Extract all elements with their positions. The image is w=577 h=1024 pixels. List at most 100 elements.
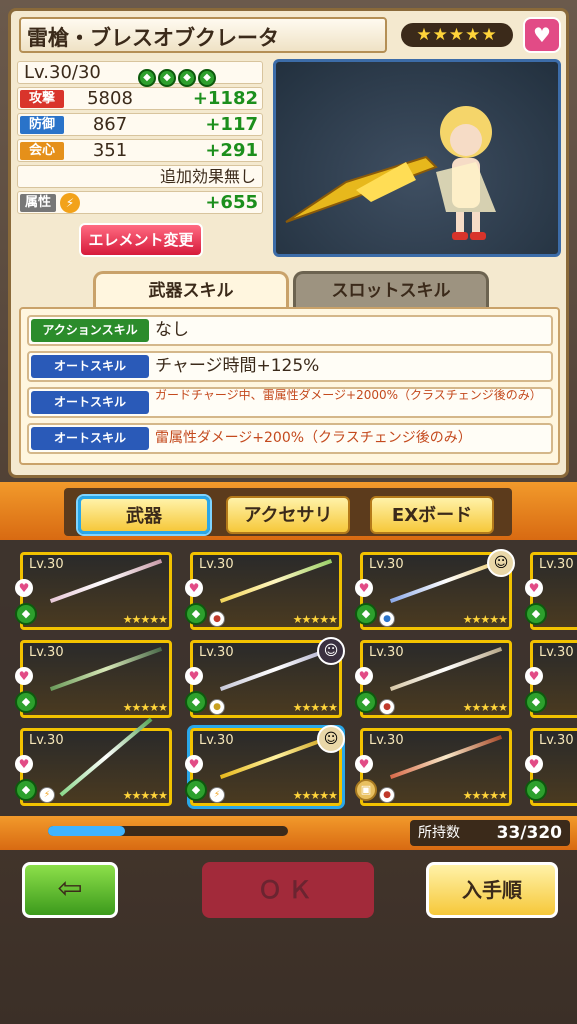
card-stars: ★★★★★ bbox=[462, 613, 508, 626]
heart-icon: ♥ bbox=[15, 667, 33, 685]
skill-type: オートスキル bbox=[31, 427, 149, 450]
weapon-thumbnail bbox=[219, 558, 333, 604]
fire-element-icon: ● bbox=[379, 787, 395, 803]
gem-icon: ◆ bbox=[185, 603, 207, 625]
gem-icon: ◆ bbox=[178, 69, 196, 87]
card-level: Lv.30 bbox=[29, 733, 64, 748]
weapon-thumbnail bbox=[59, 717, 153, 797]
gem-icon: ◆ bbox=[525, 603, 547, 625]
character-avatar-icon: ☺ bbox=[317, 725, 345, 753]
stat-defense: 防御 867 +117 bbox=[17, 113, 263, 136]
weapon-card[interactable]: Lv.30 ♥ ◆ ● ☺ ★★★★★ bbox=[355, 549, 515, 630]
inventory-label: 所持数 bbox=[418, 825, 460, 841]
skill-type: アクションスキル bbox=[31, 319, 149, 342]
scroll-thumb[interactable] bbox=[48, 826, 125, 836]
thunder-element-icon: ⚡ bbox=[39, 787, 55, 803]
element-change-button[interactable]: エレメント変更 bbox=[79, 223, 203, 257]
character-with-spear-image bbox=[285, 106, 496, 240]
weapon-thumbnail bbox=[49, 646, 163, 692]
fire-element-icon: ● bbox=[379, 699, 395, 715]
skill-text: ガードチャージ中、雷属性ダメージ+2000%（クラスチェンジ後のみ） bbox=[155, 389, 542, 402]
skill-type: オートスキル bbox=[31, 355, 149, 378]
stat-value: 351 bbox=[92, 140, 128, 161]
weapon-card[interactable]: Lv.30 ♥ ◆ ● ☺ ★★★★★ bbox=[185, 637, 345, 718]
heart-lock-icon: ♥ bbox=[533, 23, 551, 47]
card-level: Lv.30 bbox=[199, 645, 234, 660]
tab-ex-board[interactable]: EXボード bbox=[370, 496, 494, 534]
heart-icon: ♥ bbox=[185, 579, 203, 597]
weapon-card[interactable]: Lv.30 ♥ ◆ bbox=[525, 728, 577, 806]
card-stars: ★★★★★ bbox=[122, 789, 168, 802]
skill-row: オートスキル 雷属性ダメージ+200%（クラスチェンジ後のみ） bbox=[27, 423, 553, 454]
stat-value: 867 bbox=[92, 114, 128, 135]
heart-icon: ♥ bbox=[525, 579, 543, 597]
attribute-label: 属性 bbox=[20, 194, 56, 212]
character-avatar-icon: ☺ bbox=[317, 637, 345, 665]
card-level: Lv.30 bbox=[369, 733, 404, 748]
gem-icon: ◆ bbox=[15, 691, 37, 713]
card-level: Lv.30 bbox=[539, 733, 574, 748]
weapon-detail-panel: 雷槍・ブレスオブクレータ ★★★★★ ♥ Lv.30/30 ◆ ◆ ◆ ◆ 攻撃 58… bbox=[8, 8, 569, 478]
thunder-icon: ⚡ bbox=[60, 193, 80, 213]
extra-effect: 追加効果無し bbox=[17, 165, 263, 188]
skill-row: オートスキル ガードチャージ中、雷属性ダメージ+2000%（クラスチェンジ後のみ… bbox=[27, 387, 553, 418]
weapon-card[interactable]: Lv.30 ♥ ◆ ● ★★★★★ bbox=[355, 640, 512, 718]
card-level: Lv.30 bbox=[29, 557, 64, 572]
card-stars: ★★★★★ bbox=[292, 701, 338, 714]
weapon-card[interactable]: Lv.30 ♥ ◆ ★★★★★ bbox=[15, 640, 172, 718]
sort-button[interactable]: 入手順 bbox=[426, 862, 558, 918]
card-level: Lv.30 bbox=[369, 557, 404, 572]
skill-row: アクションスキル なし bbox=[27, 315, 553, 346]
skill-type: オートスキル bbox=[31, 391, 149, 414]
gem-icon: ◆ bbox=[525, 691, 547, 713]
gem-icon: ◆ bbox=[15, 779, 37, 801]
gem-slots: ◆ ◆ ◆ ◆ bbox=[138, 64, 218, 87]
tab-accessory[interactable]: アクセサリ bbox=[226, 496, 350, 534]
gem-icon: ◆ bbox=[355, 603, 377, 625]
favorite-lock-button[interactable]: ♥ bbox=[523, 17, 561, 53]
card-level: Lv.30 bbox=[369, 645, 404, 660]
tab-slot-skill[interactable]: スロットスキル bbox=[293, 271, 489, 309]
fire-element-icon: ● bbox=[209, 611, 225, 627]
weapon-card[interactable]: Lv.30 ♥ ▣ ● ★★★★★ bbox=[355, 728, 512, 806]
card-level: Lv.30 bbox=[539, 557, 574, 572]
back-button[interactable]: ⇦ bbox=[22, 862, 118, 918]
skill-row: オートスキル チャージ時間+125% bbox=[27, 351, 553, 382]
weapon-card-selected[interactable]: Lv.30 ♥ ◆ ⚡ ☺ ★★★★★ bbox=[185, 725, 345, 806]
card-level: Lv.30 bbox=[29, 645, 64, 660]
weapon-thumbnail bbox=[389, 646, 503, 692]
weapon-card[interactable]: Lv.30 ♥ ◆ bbox=[525, 640, 577, 718]
stat-label: 攻撃 bbox=[20, 90, 64, 108]
card-level: Lv.30 bbox=[199, 733, 234, 748]
gem-icon: ◆ bbox=[138, 69, 156, 87]
arrow-left-icon: ⇦ bbox=[57, 871, 83, 906]
ok-button[interactable]: ＯＫ bbox=[202, 862, 374, 918]
tab-weapon-skill[interactable]: 武器スキル bbox=[93, 271, 289, 309]
heart-icon: ♥ bbox=[355, 755, 373, 773]
attribute-row: 属性 ⚡ +655 bbox=[17, 191, 263, 214]
weapon-card[interactable]: Lv.30 ♥ ◆ ⚡ ★★★★★ bbox=[15, 717, 172, 806]
heart-icon: ♥ bbox=[525, 755, 543, 773]
card-stars: ★★★★★ bbox=[122, 613, 168, 626]
tab-weapon[interactable]: 武器 bbox=[78, 496, 210, 534]
stat-value: 5808 bbox=[87, 88, 133, 109]
weapon-card[interactable]: Lv.30 ♥ ◆ ★★★★★ bbox=[15, 552, 172, 630]
weapon-thumbnail bbox=[49, 558, 163, 604]
light-element-icon: ● bbox=[209, 699, 225, 715]
card-stars: ★★★★★ bbox=[292, 613, 338, 626]
inventory-value: 33/320 bbox=[496, 823, 562, 843]
scroll-bar[interactable] bbox=[48, 826, 288, 836]
skill-text: 雷属性ダメージ+200%（クラスチェンジ後のみ） bbox=[155, 430, 472, 446]
stat-label: 会心 bbox=[20, 142, 64, 160]
stat-critical: 会心 351 +291 bbox=[17, 139, 263, 162]
card-stars: ★★★★★ bbox=[462, 789, 508, 802]
heart-icon: ♥ bbox=[15, 579, 33, 597]
weapon-thumbnail bbox=[219, 646, 333, 692]
rarity-stars: ★★★★★ bbox=[401, 23, 513, 47]
weapon-card[interactable]: Lv.30 ♥ ◆ ● ★★★★★ bbox=[185, 552, 342, 630]
heart-icon: ♥ bbox=[355, 667, 373, 685]
gem-icon: ◆ bbox=[525, 779, 547, 801]
stat-attack: 攻撃 5808 +1182 bbox=[17, 87, 263, 110]
weapon-card[interactable]: Lv.30 ♥ ◆ bbox=[525, 552, 577, 630]
thunder-element-icon: ⚡ bbox=[209, 787, 225, 803]
